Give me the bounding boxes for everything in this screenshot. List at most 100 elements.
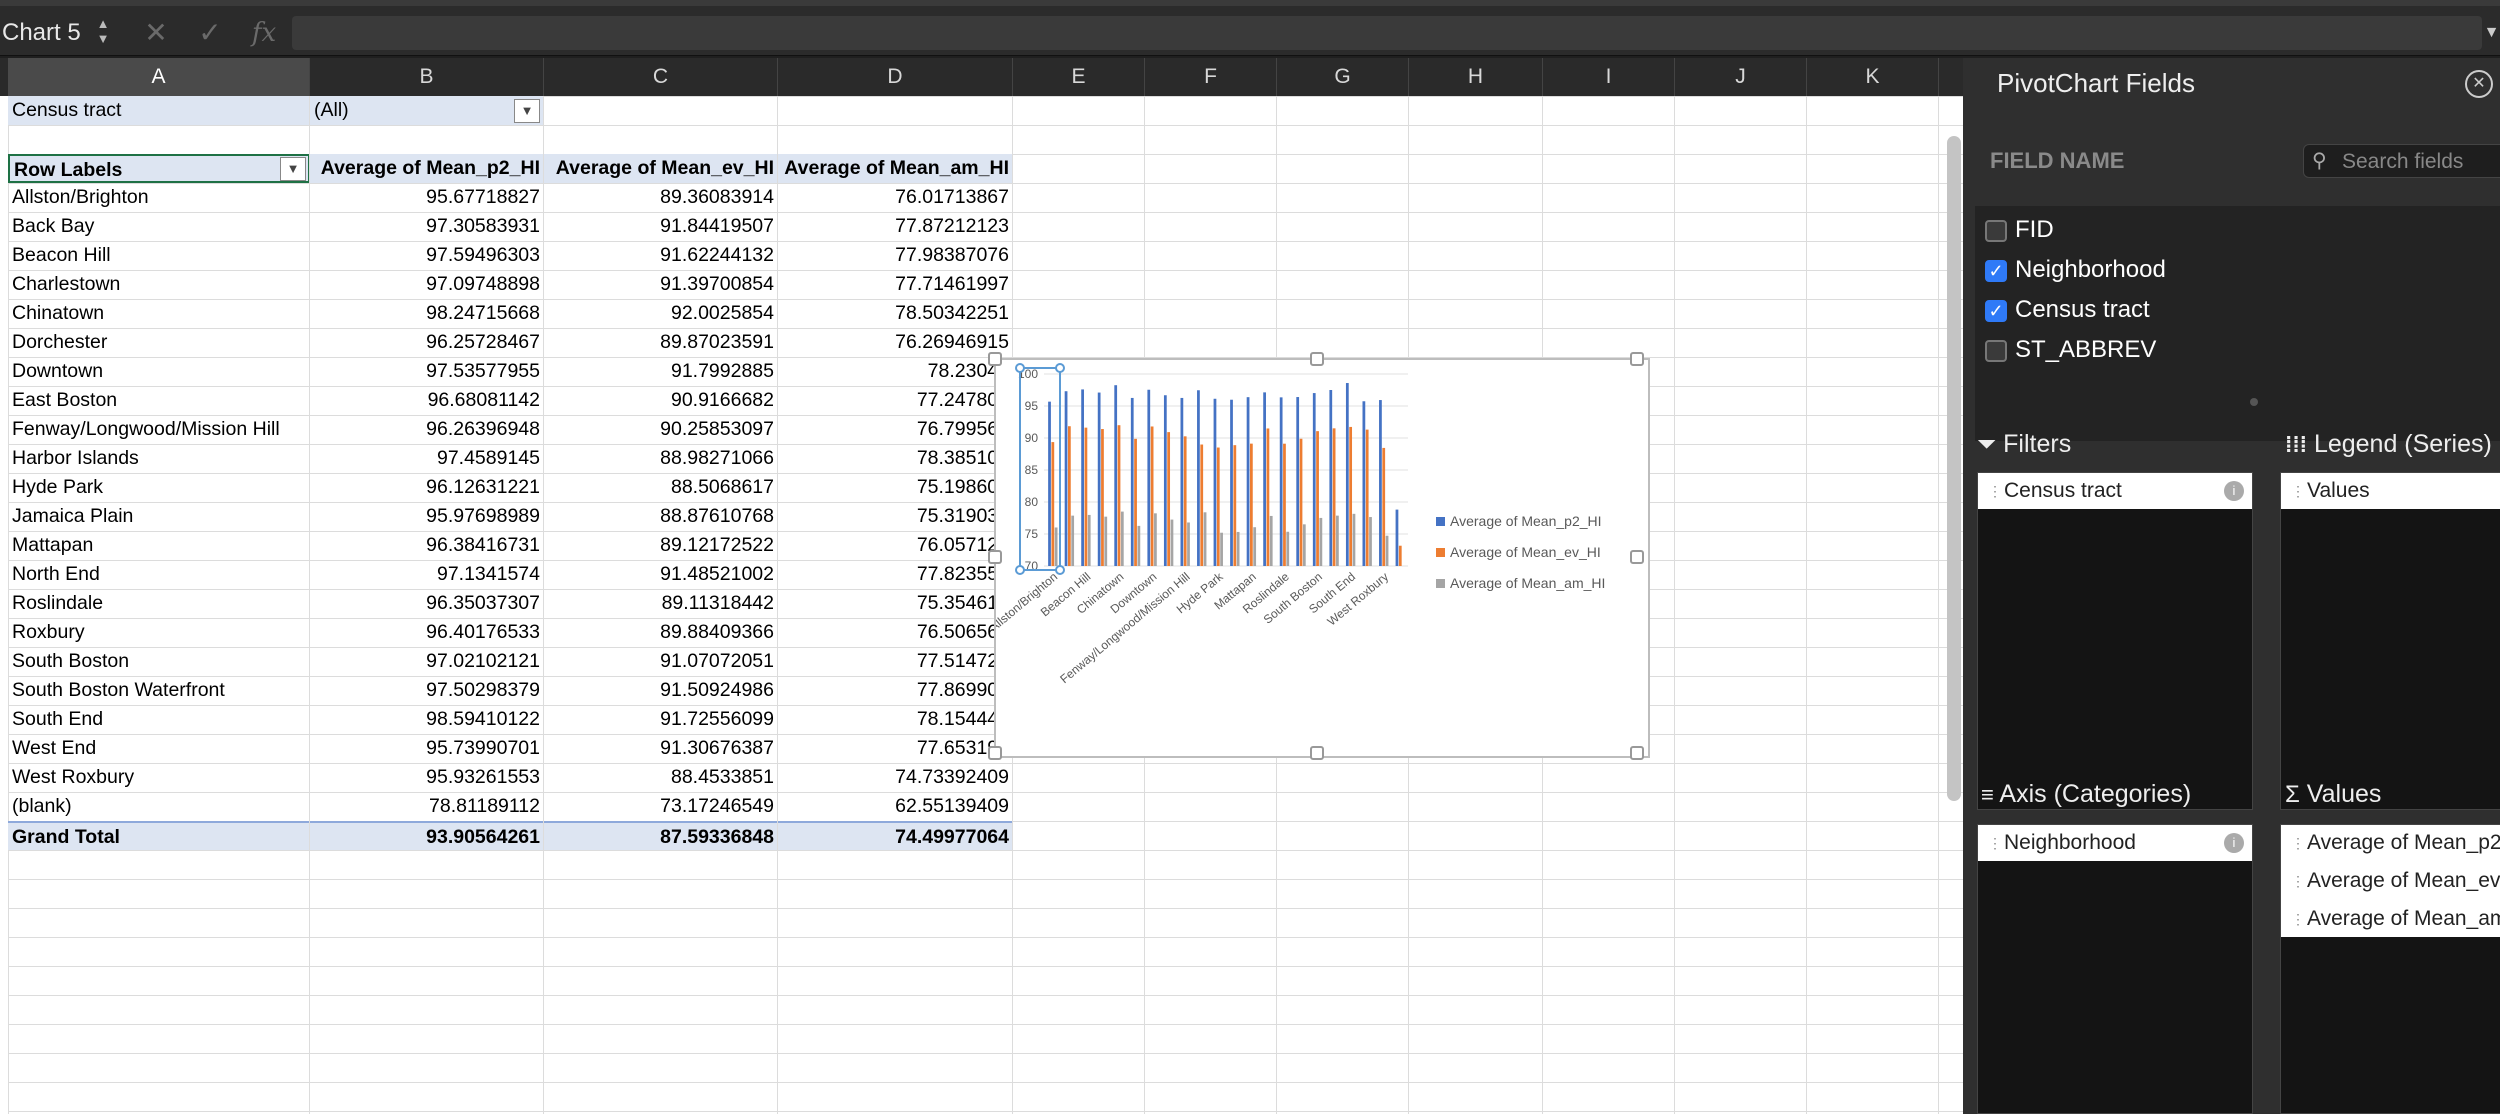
value-cell[interactable]: 95.67718827	[310, 183, 544, 212]
value-cell[interactable]: 77.823558	[778, 560, 1013, 589]
row-label-cell[interactable]: South End	[8, 705, 310, 734]
column-header-b[interactable]: B	[310, 58, 544, 96]
drag-handle-icon[interactable]: ⋮	[2291, 901, 2305, 937]
chart-resize-handle[interactable]	[1630, 550, 1644, 564]
value-cell[interactable]: 96.35037307	[310, 589, 544, 618]
column-header-i[interactable]: I	[1543, 58, 1675, 96]
field-checkbox[interactable]: ✓	[1985, 300, 2007, 322]
value-cell[interactable]: 77.653197	[778, 734, 1013, 763]
column-header-cell[interactable]: Average of Mean_am_HI	[778, 154, 1013, 183]
function-icon[interactable]: fx	[248, 16, 280, 50]
cancel-icon[interactable]: ✕	[140, 16, 172, 50]
row-label-cell[interactable]: South Boston Waterfront	[8, 676, 310, 705]
filter-value-cell[interactable]: (All)	[310, 96, 544, 125]
value-cell[interactable]: 88.98271066	[544, 444, 778, 473]
row-label-cell[interactable]: Back Bay	[8, 212, 310, 241]
axis-drop-area[interactable]: ⋮ Neighborhood i	[1977, 824, 2253, 1114]
column-header-k[interactable]: K	[1807, 58, 1939, 96]
column-header-c[interactable]: C	[544, 58, 778, 96]
row-label-cell[interactable]: Allston/Brighton	[8, 183, 310, 212]
value-cell[interactable]: 73.17246549	[544, 792, 778, 821]
drag-handle-icon[interactable]: ⋮	[2291, 863, 2305, 899]
value-cell[interactable]: 95.73990701	[310, 734, 544, 763]
field-label[interactable]: ST_ABBREV	[2015, 336, 2156, 364]
row-label-cell[interactable]: West Roxbury	[8, 763, 310, 792]
value-cell[interactable]: 96.38416731	[310, 531, 544, 560]
name-box-stepper-icon[interactable]: ▲ ▼	[92, 16, 114, 50]
column-header-e[interactable]: E	[1013, 58, 1145, 96]
legend-drop-area[interactable]: ⋮ Values	[2280, 472, 2500, 810]
field-checkbox[interactable]	[1985, 220, 2007, 242]
value-cell[interactable]: 76.057126	[778, 531, 1013, 560]
value-cell[interactable]: 89.11318442	[544, 589, 778, 618]
chart-resize-handle[interactable]	[1630, 352, 1644, 366]
value-cell[interactable]: 76.26946915	[778, 328, 1013, 357]
chart-resize-handle[interactable]	[988, 746, 1002, 760]
value-cell[interactable]: 92.0025854	[544, 299, 778, 328]
column-header-cell[interactable]: Average of Mean_p2_HI	[310, 154, 544, 183]
value-cell[interactable]: 76.506569	[778, 618, 1013, 647]
row-label-cell[interactable]: West End	[8, 734, 310, 763]
value-cell[interactable]: 91.7992885	[544, 357, 778, 386]
value-cell[interactable]: 91.62244132	[544, 241, 778, 270]
info-icon[interactable]: i	[2224, 481, 2244, 501]
value-cell[interactable]: 91.50924986	[544, 676, 778, 705]
value-cell[interactable]: 91.84419507	[544, 212, 778, 241]
value-cell[interactable]: 97.53577955	[310, 357, 544, 386]
row-label-cell[interactable]: Charlestown	[8, 270, 310, 299]
drag-handle-icon[interactable]: ⋮	[2291, 825, 2305, 861]
value-cell[interactable]: 78.23040	[778, 357, 1013, 386]
chart-resize-handle[interactable]	[988, 550, 1002, 564]
field-label[interactable]: Neighborhood	[2015, 256, 2166, 284]
values-drop-area[interactable]: ⋮Average of Mean_p2_HI ⋮Average of Mean_…	[2280, 824, 2500, 1114]
grand-total-value[interactable]: 87.59336848	[544, 821, 778, 850]
values-pill-p2[interactable]: ⋮Average of Mean_p2_HI	[2281, 825, 2500, 861]
confirm-icon[interactable]: ✓	[194, 16, 226, 50]
value-cell[interactable]: 97.4589145	[310, 444, 544, 473]
value-cell[interactable]: 97.50298379	[310, 676, 544, 705]
row-label-cell[interactable]: Beacon Hill	[8, 241, 310, 270]
field-checkbox[interactable]: ✓	[1985, 260, 2007, 282]
chart-resize-handle[interactable]	[1630, 746, 1644, 760]
column-header-f[interactable]: F	[1145, 58, 1277, 96]
row-label-cell[interactable]: (blank)	[8, 792, 310, 821]
value-cell[interactable]: 77.71461997	[778, 270, 1013, 299]
value-cell[interactable]: 75.319033	[778, 502, 1013, 531]
row-label-cell[interactable]: South Boston	[8, 647, 310, 676]
value-cell[interactable]: 98.59410122	[310, 705, 544, 734]
value-cell[interactable]: 77.869909	[778, 676, 1013, 705]
field-label[interactable]: FID	[2015, 216, 2054, 244]
formula-input[interactable]	[292, 16, 2482, 50]
value-cell[interactable]: 96.12631221	[310, 473, 544, 502]
column-header-d[interactable]: D	[778, 58, 1013, 96]
value-cell[interactable]: 78.81189112	[310, 792, 544, 821]
select-all-corner[interactable]	[0, 58, 8, 96]
vertical-scrollbar[interactable]	[1947, 136, 1961, 801]
grand-total-value[interactable]: 93.90564261	[310, 821, 544, 850]
value-cell[interactable]: 90.9166682	[544, 386, 778, 415]
field-checkbox[interactable]	[1985, 340, 2007, 362]
filter-label-cell[interactable]: Census tract	[8, 96, 310, 125]
search-fields-input[interactable]: ⚲ Search fields	[2303, 144, 2500, 178]
row-label-cell[interactable]: Fenway/Longwood/Mission Hill	[8, 415, 310, 444]
row-label-cell[interactable]: Hyde Park	[8, 473, 310, 502]
column-header-j[interactable]: J	[1675, 58, 1807, 96]
value-cell[interactable]: 77.514721	[778, 647, 1013, 676]
chevron-down-icon[interactable]: ▼	[2483, 16, 2500, 50]
value-cell[interactable]: 89.36083914	[544, 183, 778, 212]
axis-pill-neighborhood[interactable]: ⋮ Neighborhood i	[1978, 825, 2252, 861]
row-label-cell[interactable]: Harbor Islands	[8, 444, 310, 473]
value-cell[interactable]: 62.55139409	[778, 792, 1013, 821]
value-cell[interactable]: 91.30676387	[544, 734, 778, 763]
values-pill-am[interactable]: ⋮Average of Mean_am_HI	[2281, 901, 2500, 937]
value-cell[interactable]: 96.26396948	[310, 415, 544, 444]
value-cell[interactable]: 78.154446	[778, 705, 1013, 734]
pivot-chart[interactable]: 100 95 90 85 80 75 70 Allston/Brighton Beacon Hi…	[987, 352, 1650, 760]
close-icon[interactable]: ✕	[2465, 70, 2493, 98]
value-cell[interactable]: 74.73392409	[778, 763, 1013, 792]
value-cell[interactable]: 95.93261553	[310, 763, 544, 792]
drag-handle-icon[interactable]: ⋮	[1988, 825, 2002, 861]
cell-grid[interactable]: Census tract (All) ▼ Row Labels Average of M…	[8, 96, 1963, 1114]
value-cell[interactable]: 91.07072051	[544, 647, 778, 676]
value-cell[interactable]: 96.25728467	[310, 328, 544, 357]
